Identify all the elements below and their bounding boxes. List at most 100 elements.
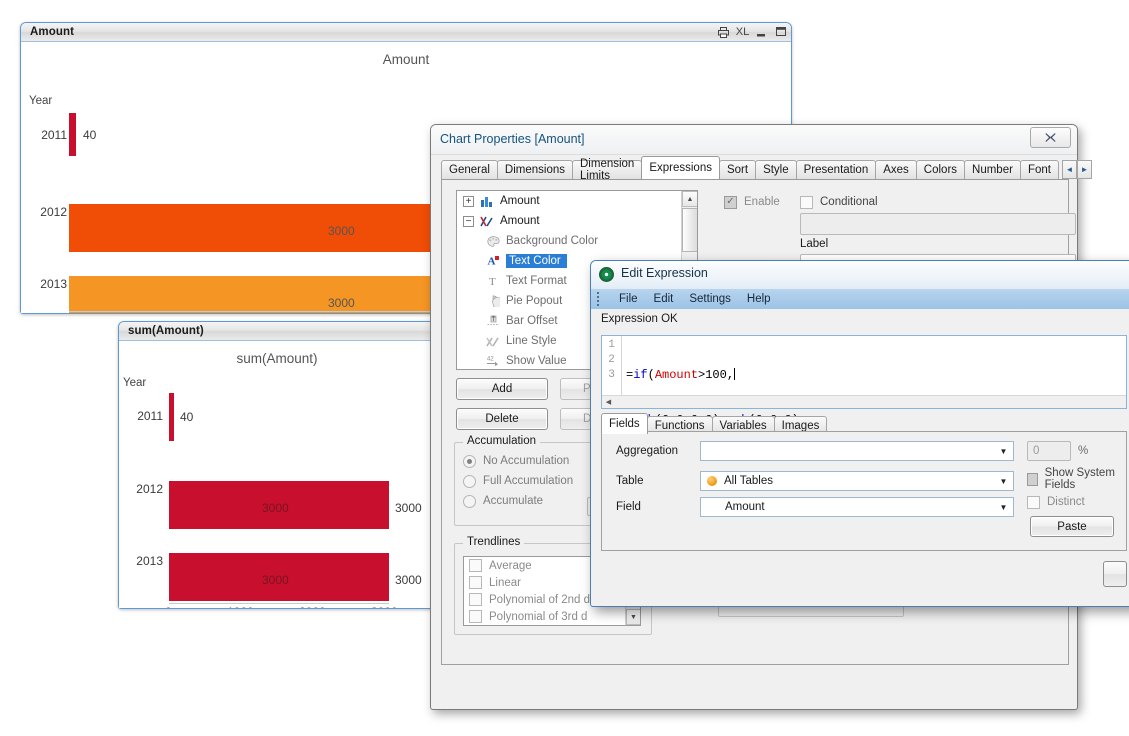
tab-sort[interactable]: Sort <box>718 160 757 179</box>
enable-checkbox[interactable]: Enable <box>724 192 780 212</box>
chart-window-sum-amount[interactable]: sum(Amount) sum(Amount) Year 2011 40 201… <box>118 321 436 609</box>
tab-expressions[interactable]: Expressions <box>641 156 720 179</box>
chart2-plot-area: sum(Amount) Year 2011 40 2012 3000 3000 … <box>119 341 435 608</box>
menu-settings[interactable]: Settings <box>689 293 731 305</box>
checkbox-icon <box>1027 495 1040 509</box>
print-icon[interactable] <box>717 26 730 39</box>
scroll-up-icon[interactable]: ▲ <box>682 191 697 207</box>
distinct-checkbox[interactable]: Distinct <box>1027 492 1085 512</box>
code-line-1: =if(Amount>100, <box>626 368 736 382</box>
tree-node-amount-chart[interactable]: + Amount <box>457 191 697 211</box>
radio-icon <box>463 454 476 468</box>
tab-scroll-right-icon[interactable]: ► <box>1076 160 1092 179</box>
chart1-bar-value-2013: 3000 <box>328 296 355 310</box>
tab-font[interactable]: Font <box>1019 160 1059 179</box>
minimize-icon[interactable] <box>755 26 768 39</box>
field-select[interactable]: Amount ▼ <box>700 497 1014 517</box>
tab-dimensions[interactable]: Dimensions <box>496 160 573 179</box>
color-expression-icon <box>479 216 495 227</box>
aggregation-select[interactable]: ▼ <box>700 441 1014 461</box>
table-icon <box>707 476 717 486</box>
chart1-caption-bar[interactable]: Amount XL <box>21 23 791 42</box>
expression-footer-button[interactable] <box>1103 561 1127 587</box>
pie-popout-icon <box>485 295 501 307</box>
chart2-bar-2011[interactable] <box>169 393 174 441</box>
list-item[interactable]: Polynomial of 3rd d <box>464 608 640 625</box>
trendlines-group-title: Trendlines <box>463 536 525 548</box>
radio-icon <box>463 474 476 488</box>
tree-node-amount-expression[interactable]: − Amount <box>457 211 697 231</box>
tab-general[interactable]: General <box>441 160 498 179</box>
tab-number[interactable]: Number <box>964 160 1021 179</box>
menu-grip-icon[interactable] <box>597 292 599 306</box>
svg-text:42: 42 <box>487 357 494 363</box>
menu-help[interactable]: Help <box>747 293 771 305</box>
expand-icon[interactable]: + <box>463 195 474 207</box>
list-item-label: Average <box>489 559 532 572</box>
delete-button[interactable]: Delete <box>456 408 548 430</box>
chart2-bar-value-2011: 40 <box>180 410 194 424</box>
add-button[interactable]: Add <box>456 378 548 400</box>
chevron-down-icon[interactable]: ▼ <box>995 443 1012 459</box>
export-to-excel-icon[interactable]: XL <box>736 26 749 39</box>
chevron-down-icon[interactable]: ▼ <box>995 499 1012 515</box>
checkbox-icon[interactable] <box>469 610 482 623</box>
line-number: 2 <box>608 354 615 366</box>
text-color-icon: A <box>485 255 501 267</box>
code-horizontal-scrollbar[interactable]: ◀ <box>602 395 1126 408</box>
scroll-left-icon[interactable]: ◀ <box>602 396 615 408</box>
tree-node-label: Bar Offset <box>506 315 558 327</box>
chart2-cat-label-2012: 2012 <box>136 482 163 496</box>
chart1-bar-value-2011: 40 <box>83 128 97 142</box>
checkbox-icon[interactable] <box>469 593 482 606</box>
tree-node-background-color[interactable]: Background Color <box>457 231 697 251</box>
maximize-icon[interactable] <box>774 26 787 39</box>
enable-label: Enable <box>744 196 780 208</box>
edit-expression-titlebar[interactable]: Edit Expression <box>591 261 1129 289</box>
chart2-title: sum(Amount) <box>236 351 318 366</box>
aggregation-label: Aggregation <box>616 445 679 457</box>
tabstrip-nav[interactable]: ◄ ► <box>1061 160 1092 179</box>
conditional-checkbox[interactable]: Conditional <box>800 192 878 212</box>
conditional-expression-input[interactable] <box>800 213 1076 235</box>
tab-scroll-left-icon[interactable]: ◄ <box>1061 160 1077 179</box>
collapse-icon[interactable]: − <box>463 215 474 227</box>
edit-expression-menubar[interactable]: File Edit Settings Help <box>591 289 1129 309</box>
table-label: Table <box>616 475 644 487</box>
scroll-down-icon[interactable]: ▼ <box>626 609 640 625</box>
tab-presentation[interactable]: Presentation <box>795 160 877 179</box>
chart1-dimension-label: Year <box>29 95 53 107</box>
close-icon[interactable] <box>1030 127 1071 148</box>
chart-properties-titlebar[interactable]: Chart Properties [Amount] <box>431 125 1077 155</box>
edit-expression-footer <box>601 553 1127 597</box>
paste-button[interactable]: Paste <box>1030 516 1114 537</box>
tab-axes[interactable]: Axes <box>875 160 917 179</box>
tab-colors[interactable]: Colors <box>915 160 966 179</box>
scrollbar-thumb[interactable] <box>682 208 697 252</box>
table-select[interactable]: All Tables ▼ <box>700 471 1014 491</box>
menu-file[interactable]: File <box>619 293 638 305</box>
show-system-fields-checkbox[interactable]: Show System Fields <box>1027 467 1126 491</box>
svg-text:T: T <box>489 276 496 287</box>
tab-dimension-limits[interactable]: Dimension Limits <box>572 158 643 182</box>
chart2-caption-bar[interactable]: sum(Amount) <box>119 322 435 341</box>
field-label: Field <box>616 501 641 513</box>
checkbox-icon[interactable] <box>469 559 482 572</box>
expression-code-editor[interactable]: 1 2 3 =if(Amount>100, argb(0,0,0,0),rgb(… <box>601 335 1127 472</box>
fields-tab-panel: Aggregation Table Field ▼ All Tables ▼ A… <box>601 431 1127 551</box>
checkbox-icon[interactable] <box>469 576 482 589</box>
tab-fields[interactable]: Fields <box>601 413 648 434</box>
menu-edit[interactable]: Edit <box>654 293 674 305</box>
chart2-xtick-2: 2000 <box>299 605 326 608</box>
chart-properties-tabstrip[interactable]: General Dimensions Dimension Limits Expr… <box>441 156 1092 182</box>
line-number: 3 <box>608 369 615 381</box>
chart1-bar-2011[interactable] <box>69 113 76 156</box>
chart2-xtick-3: 3000 <box>371 605 398 608</box>
percent-input[interactable]: 0 <box>1027 441 1071 461</box>
edit-expression-dialog[interactable]: Edit Expression File Edit Settings Help … <box>590 260 1129 607</box>
chart1-cat-label-2013: 2013 <box>40 277 67 291</box>
close-x-glyph <box>1045 133 1056 142</box>
chevron-down-icon[interactable]: ▼ <box>995 473 1012 489</box>
tab-style[interactable]: Style <box>755 160 797 179</box>
table-value: All Tables <box>724 475 774 487</box>
